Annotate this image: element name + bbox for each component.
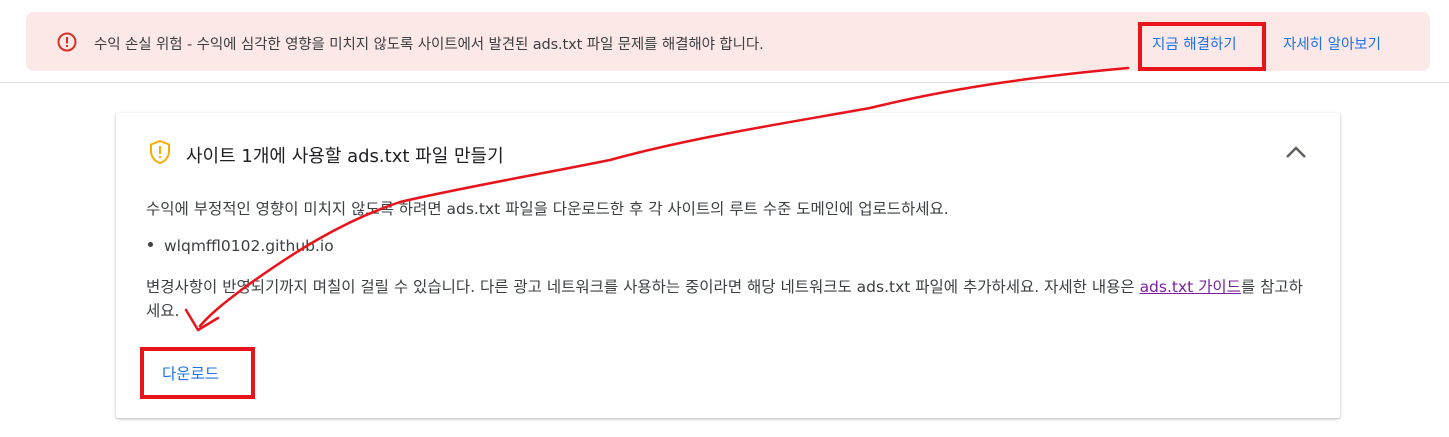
shield-warning-icon [150, 139, 170, 165]
card-note: 변경사항이 반영되기까지 며칠이 걸릴 수 있습니다. 다른 광고 네트워크를 … [146, 275, 1316, 323]
download-button[interactable]: 다운로드 [146, 351, 250, 395]
chevron-up-icon[interactable] [1282, 141, 1310, 163]
learn-more-link[interactable]: 자세히 알아보기 [1283, 33, 1381, 54]
ads-txt-card: 사이트 1개에 사용할 ads.txt 파일 만들기 수익에 부정적인 영향이 … [116, 113, 1340, 418]
site-list-item: wlqmffl0102.github.io [148, 237, 334, 255]
error-icon [57, 32, 77, 52]
note-text: 변경사항이 반영되기까지 며칠이 걸릴 수 있습니다. 다른 광고 네트워크를 … [146, 278, 1140, 296]
bullet [148, 242, 153, 247]
revenue-risk-banner: 수익 손실 위험 - 수익에 심각한 영향을 미치지 않도록 사이트에서 발견된… [26, 12, 1430, 71]
banner-message: 수익 손실 위험 - 수익에 심각한 영향을 미치지 않도록 사이트에서 발견된… [94, 37, 764, 53]
fix-now-link[interactable]: 지금 해결하기 [1152, 33, 1237, 54]
card-description: 수익에 부정적인 영향이 미치지 않도록 하려면 ads.txt 파일을 다운로… [146, 200, 949, 218]
ads-txt-guide-link[interactable]: ads.txt 가이드 [1140, 278, 1241, 296]
card-title: 사이트 1개에 사용할 ads.txt 파일 만들기 [186, 146, 504, 167]
site-domain: wlqmffl0102.github.io [164, 237, 334, 255]
divider [0, 82, 1449, 83]
